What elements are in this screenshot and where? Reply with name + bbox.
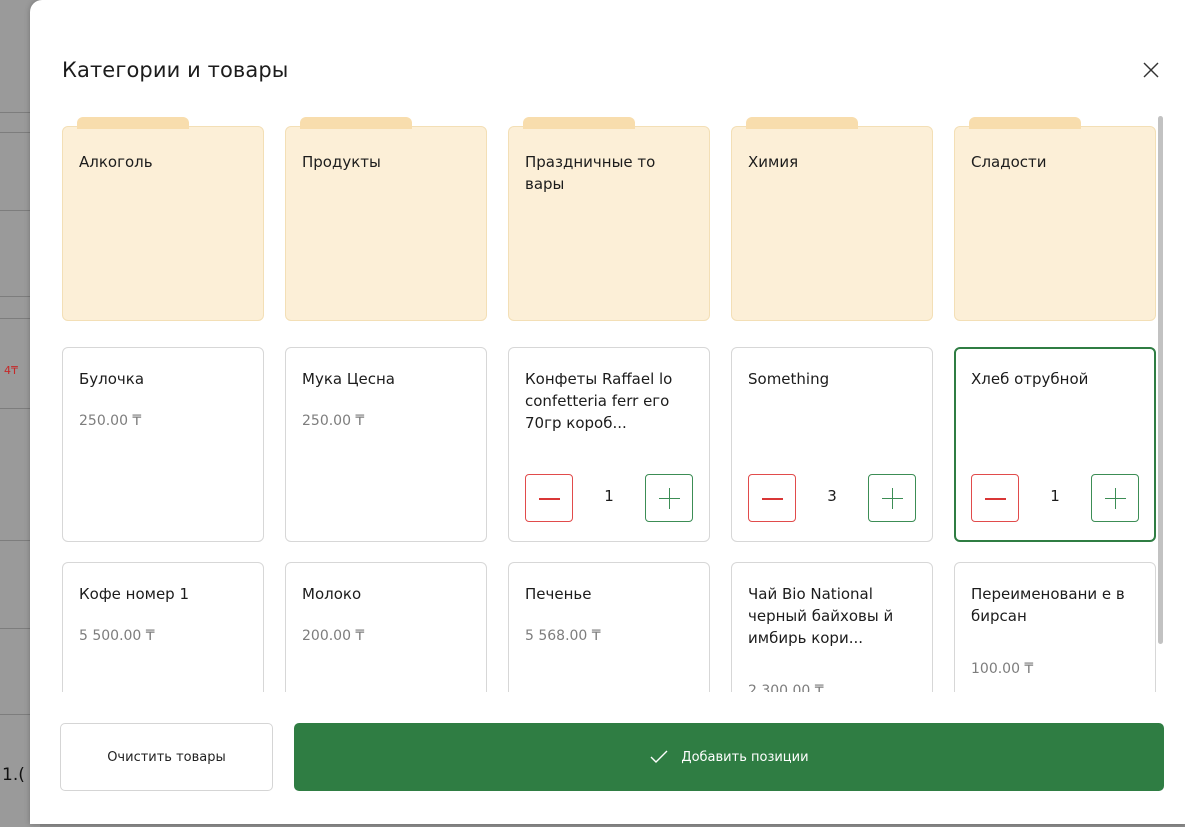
product-name: Чай Bio National черный байховы й имбирь… [748,585,894,647]
decrease-button[interactable] [748,474,796,522]
product-name: Переименовани е в бирсан [971,585,1125,625]
folder-tab [300,117,412,129]
quantity-value: 1 [604,487,614,505]
product-price: 5 568.00 ₸ [525,628,601,644]
product-price: 200.00 ₸ [302,628,365,644]
increase-button[interactable] [1091,474,1139,522]
product-name: Конфеты Raffael lo confetteria ferr его … [525,370,673,432]
quantity-stepper: 1 [971,474,1139,522]
category-folder-holiday[interactable]: Праздничные то вары [508,117,710,321]
category-folder-sweets[interactable]: Сладости [954,117,1156,321]
add-positions-label: Добавить позиции [681,749,809,765]
folder-label: Праздничные то вары [525,153,656,193]
bg-divider [0,540,30,541]
increase-button[interactable] [868,474,916,522]
product-card-selected[interactable]: Хлеб отрубной 1 [954,347,1156,542]
bg-divider [0,408,30,409]
bg-number-fragment: 1.( [2,765,25,785]
product-card[interactable]: Переименовани е в бирсан 100.00 ₸ [954,562,1156,692]
folder-label: Сладости [971,153,1047,171]
product-card[interactable]: Кофе номер 1 5 500.00 ₸ [62,562,264,692]
product-name: Something [748,370,830,388]
items-scroll-area[interactable]: Алкоголь Продукты Праздничные то вары Хи… [30,100,1185,692]
product-name: Печенье [525,585,592,603]
bg-divider [0,112,30,113]
folder-label: Продукты [302,153,381,171]
bg-price-fragment: 4₸ [4,364,18,377]
folder-tab [746,117,858,129]
category-folder-chemistry[interactable]: Химия [731,117,933,321]
folder-label: Химия [748,153,799,171]
folder-label: Алкоголь [79,153,153,171]
modal-title: Категории и товары [62,58,289,82]
product-price: 250.00 ₸ [79,413,142,429]
category-folder-products[interactable]: Продукты [285,117,487,321]
increase-button[interactable] [645,474,693,522]
decrease-button[interactable] [971,474,1019,522]
folder-tab [77,117,189,129]
category-folder-alcohol[interactable]: Алкоголь [62,117,264,321]
product-card[interactable]: Мука Цесна 250.00 ₸ [285,347,487,542]
product-name: Булочка [79,370,145,388]
bg-divider [0,132,30,133]
product-price: 5 500.00 ₸ [79,628,155,644]
folder-tab [523,117,635,129]
close-icon[interactable] [1141,60,1161,80]
clear-items-button[interactable]: Очистить товары [60,723,273,791]
bg-divider [0,714,30,715]
product-name: Хлеб отрубной [971,370,1089,388]
quantity-stepper: 3 [748,474,916,522]
bg-divider [0,318,30,319]
product-name: Кофе номер 1 [79,585,190,603]
add-positions-button[interactable]: Добавить позиции [294,723,1164,791]
bg-divider [0,210,30,211]
quantity-value: 3 [827,487,837,505]
product-card[interactable]: Молоко 200.00 ₸ [285,562,487,692]
check-icon [650,750,668,763]
product-card[interactable]: Конфеты Raffael lo confetteria ferr его … [508,347,710,542]
bg-divider [0,296,30,297]
clear-items-label: Очистить товары [107,749,226,765]
decrease-button[interactable] [525,474,573,522]
quantity-value: 1 [1050,487,1060,505]
product-name: Молоко [302,585,362,603]
product-card[interactable]: Печенье 5 568.00 ₸ [508,562,710,692]
product-price: 250.00 ₸ [302,413,365,429]
product-card[interactable]: Something 3 [731,347,933,542]
bg-divider [0,628,30,629]
quantity-stepper: 1 [525,474,693,522]
product-price: 100.00 ₸ [971,661,1034,677]
product-card[interactable]: Чай Bio National черный байховы й имбирь… [731,562,933,692]
product-name: Мука Цесна [302,370,395,388]
product-card[interactable]: Булочка 250.00 ₸ [62,347,264,542]
scrollbar[interactable] [1158,116,1163,644]
categories-modal: Категории и товары Алкоголь Продукты Пра… [30,0,1185,824]
folder-tab [969,117,1081,129]
product-price: 2 300.00 ₸ [748,683,824,692]
